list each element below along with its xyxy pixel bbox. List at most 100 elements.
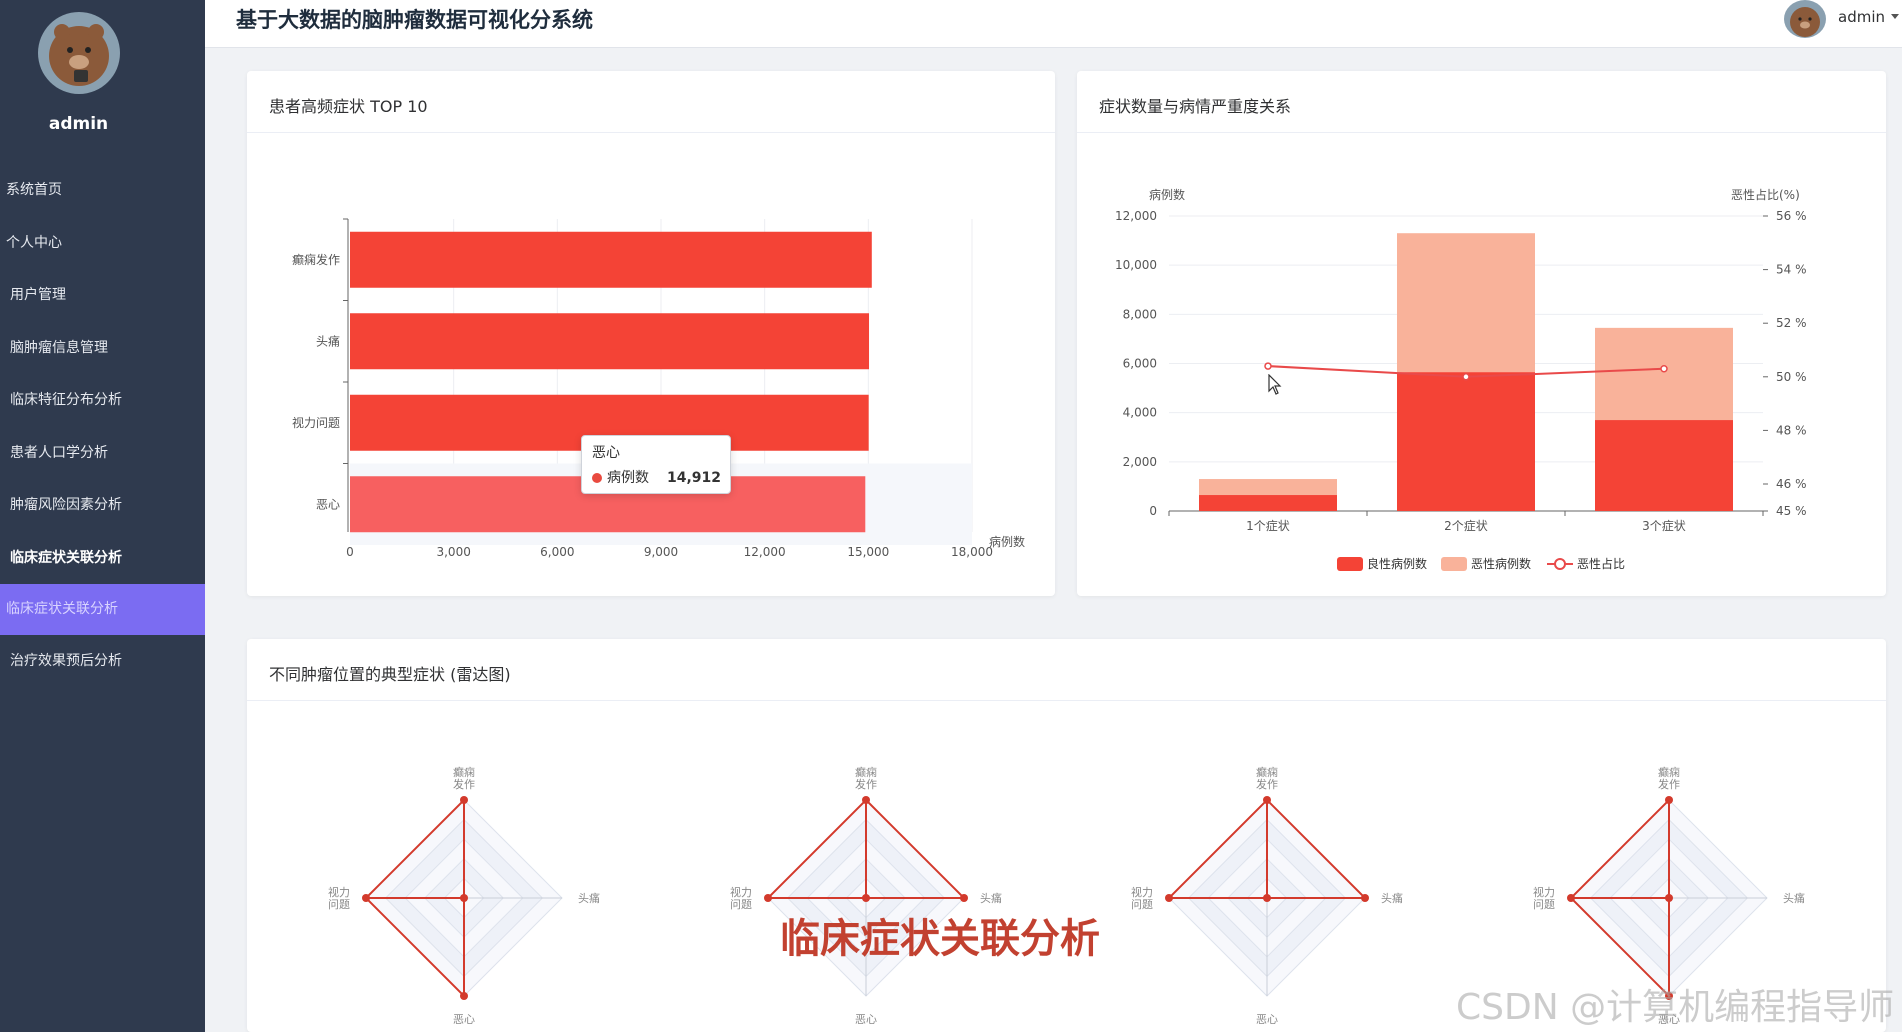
y-tick-label: 视力问题 bbox=[292, 415, 340, 430]
legend-label: 恶性病例数 bbox=[1471, 556, 1531, 571]
x-tick-label: 18,000 bbox=[951, 545, 993, 559]
bar-benign bbox=[1199, 495, 1337, 511]
bar-benign bbox=[1397, 372, 1535, 511]
y2-tick-label: 52 % bbox=[1776, 316, 1807, 330]
radar-indicator-label: 头痛 bbox=[1783, 891, 1805, 905]
chevron-down-icon[interactable] bbox=[1891, 14, 1899, 19]
x-tick-label: 15,000 bbox=[847, 545, 889, 559]
y2-tick-label: 56 % bbox=[1776, 209, 1807, 223]
x-tick-label: 9,000 bbox=[644, 545, 678, 559]
menu-item-treatment-prognosis[interactable]: 治疗效果预后分析 bbox=[0, 635, 205, 688]
radar-indicator-line: 视力 bbox=[730, 885, 752, 899]
y-tick-label: 头痛 bbox=[316, 333, 340, 348]
y-tick-label: 8,000 bbox=[1123, 307, 1157, 321]
sidebar-username: admin bbox=[48, 114, 109, 134]
bar-benign bbox=[1595, 420, 1733, 511]
radar-indicator-line: 问题 bbox=[1533, 898, 1555, 911]
y2-tick-label: 48 % bbox=[1776, 423, 1807, 437]
x-axis-label: 病例数 bbox=[989, 534, 1025, 549]
radar-indicator-label: 头痛 bbox=[1381, 891, 1403, 905]
radar-indicator-line: 问题 bbox=[730, 898, 752, 911]
x-tick-label: 6,000 bbox=[540, 545, 574, 559]
y-tick-label: 6,000 bbox=[1123, 357, 1157, 371]
radar-indicator-line: 视力 bbox=[1533, 885, 1555, 899]
tooltip-series: 病例数 bbox=[607, 470, 649, 486]
menu-item-symptom-analysis[interactable]: 临床症状关联分析 bbox=[0, 584, 205, 635]
legend-label: 良性病例数 bbox=[1367, 556, 1427, 571]
radar-indicator-line: 发作 bbox=[1658, 777, 1680, 791]
top-header: 基于大数据的脑肿瘤数据可视化分系统 admin bbox=[205, 0, 1902, 48]
radar-indicator-line: 头痛 bbox=[980, 891, 1002, 905]
avatar[interactable] bbox=[38, 12, 120, 94]
radar-indicator-line: 问题 bbox=[328, 898, 350, 911]
legend-swatch bbox=[1337, 557, 1363, 571]
radar-indicator-label: 视力问题 bbox=[1131, 885, 1153, 911]
tooltip-title: 恶心 bbox=[592, 445, 620, 461]
radar-indicator-line: 癫痫 bbox=[453, 765, 475, 779]
x-tick-label: 12,000 bbox=[744, 545, 786, 559]
y-tick-label: 4,000 bbox=[1123, 406, 1157, 420]
sidebar-menu: 系统首页 个人中心 用户管理 脑肿瘤信息管理 临床特征分布分析 患者人口学分析 … bbox=[0, 164, 205, 688]
radar-indicator-line: 问题 bbox=[1131, 898, 1153, 911]
bar-malignant bbox=[1595, 327, 1733, 421]
radar-charts[interactable]: 癫痫发作头痛恶心 视力问题 癫痫发作头痛恶心 视力问题 癫痫发作头痛恶心 视力问题 癫痫发作… bbox=[247, 639, 1886, 1032]
radar-indicator-line: 发作 bbox=[1256, 777, 1278, 791]
legend-swatch bbox=[1441, 557, 1467, 571]
x-tick-label: 0 bbox=[346, 545, 354, 559]
radar-indicator-label: 视力问题 bbox=[328, 885, 350, 911]
radar-indicator-line: 发作 bbox=[453, 777, 475, 791]
menu-item-symptom-group[interactable]: 临床症状关联分析 bbox=[0, 532, 205, 585]
x-tick-label: 2个症状 bbox=[1444, 518, 1488, 533]
y2-axis-label: 恶性占比(%) bbox=[1731, 187, 1800, 202]
y2-tick-label: 50 % bbox=[1776, 370, 1807, 384]
radar-indicator-label: 恶心 bbox=[1256, 1013, 1278, 1026]
radar-indicator-line: 发作 bbox=[855, 777, 877, 791]
radar-indicator-line: 视力 bbox=[1131, 885, 1153, 899]
menu-item-risk-factors[interactable]: 肿瘤风险因素分析 bbox=[0, 479, 205, 532]
menu-item-demographics[interactable]: 患者人口学分析 bbox=[0, 427, 205, 480]
radar-indicator-line: 恶心 bbox=[855, 1013, 877, 1026]
bar-malignant bbox=[1397, 233, 1535, 373]
y-tick-label: 2,000 bbox=[1123, 455, 1157, 469]
y-tick-label: 0 bbox=[1149, 504, 1157, 518]
menu-item-tumor-info[interactable]: 脑肿瘤信息管理 bbox=[0, 322, 205, 375]
y-tick-label: 恶心 bbox=[316, 497, 340, 511]
menu-item-profile[interactable]: 个人中心 bbox=[0, 217, 205, 270]
overlay-caption: 临床症状关联分析 bbox=[780, 916, 1100, 962]
radar-indicator-label: 癫痫发作 bbox=[453, 765, 475, 791]
y2-tick-label: 54 % bbox=[1776, 263, 1807, 277]
radar-indicator-line: 头痛 bbox=[578, 891, 600, 905]
y-tick-label: 10,000 bbox=[1115, 258, 1157, 272]
symptom-severity-card: 症状数量与病情严重度关系 0 2,000 4,000 6,000 8,000 10,000… bbox=[1077, 71, 1886, 596]
radar-indicator-label: 癫痫发作 bbox=[1658, 765, 1680, 791]
radar-indicator-label: 头痛 bbox=[980, 891, 1002, 905]
tooltip-marker bbox=[592, 473, 602, 483]
radar-indicator-line: 癫痫 bbox=[855, 765, 877, 779]
top10-bar-chart[interactable]: 0 3,000 6,000 9,000 12,000 15,000 18,000 癫痫发作头痛… bbox=[247, 71, 1055, 596]
radar-indicator-label: 癫痫发作 bbox=[1256, 765, 1278, 791]
radar-indicator-line: 癫痫 bbox=[1658, 765, 1680, 779]
bar bbox=[350, 231, 872, 288]
y-tick-label: 癫痫发作 bbox=[292, 252, 340, 267]
radar-indicator-line: 癫痫 bbox=[1256, 765, 1278, 779]
mouse-cursor-icon bbox=[1268, 373, 1282, 400]
x-tick-label: 3,000 bbox=[436, 545, 470, 559]
radar-indicator-label: 癫痫发作 bbox=[855, 765, 877, 791]
top10-symptoms-card: 患者高频症状 TOP 10 0 3,000 6,000 9,000 12,000 15,0… bbox=[247, 71, 1055, 596]
radar-indicator-line: 头痛 bbox=[1381, 891, 1403, 905]
menu-item-home[interactable]: 系统首页 bbox=[0, 164, 205, 217]
header-avatar[interactable] bbox=[1784, 0, 1826, 38]
line-point bbox=[1660, 365, 1668, 373]
sidebar: admin 系统首页 个人中心 用户管理 脑肿瘤信息管理 临床特征分布分析 患者… bbox=[0, 0, 205, 1032]
x-tick-label: 1个症状 bbox=[1246, 518, 1290, 533]
tooltip-value: 14,912 bbox=[667, 470, 722, 486]
y-axis-label: 病例数 bbox=[1149, 187, 1185, 202]
radar-indicator-label: 恶心 bbox=[453, 1013, 475, 1026]
menu-item-clinical-features[interactable]: 临床特征分布分析 bbox=[0, 374, 205, 427]
legend-label: 恶性占比 bbox=[1577, 556, 1625, 571]
legend-swatch bbox=[1554, 558, 1566, 570]
stacked-bar-line-chart[interactable]: 0 2,000 4,000 6,000 8,000 10,000 12,000 45 % 46 … bbox=[1077, 71, 1886, 596]
radar-indicator-label: 头痛 bbox=[578, 891, 600, 905]
menu-item-users[interactable]: 用户管理 bbox=[0, 269, 205, 322]
header-username[interactable]: admin bbox=[1838, 8, 1885, 26]
